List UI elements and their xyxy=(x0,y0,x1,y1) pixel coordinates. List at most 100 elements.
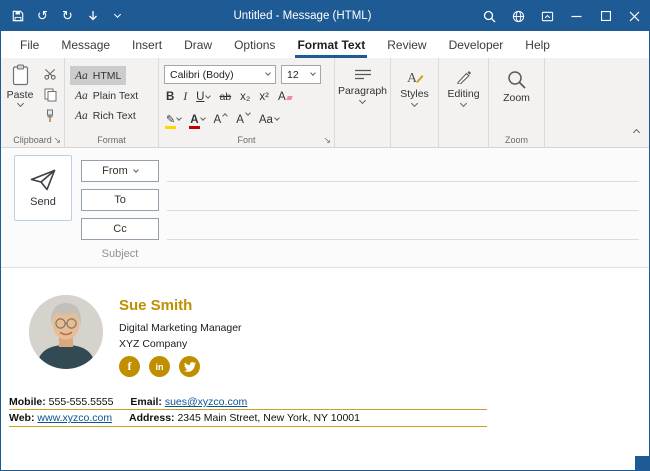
redo-icon[interactable]: ↻ xyxy=(55,1,80,31)
styles-button[interactable]: A Styles xyxy=(391,58,438,147)
to-button[interactable]: To xyxy=(81,189,159,211)
grow-font-button[interactable]: A xyxy=(214,114,228,126)
font-color-button[interactable]: A xyxy=(190,114,204,126)
search-icon[interactable] xyxy=(475,1,504,31)
close-button[interactable] xyxy=(620,1,649,31)
zoom-label: Zoom xyxy=(503,92,530,104)
zoom-button[interactable]: Zoom xyxy=(489,58,544,147)
format-plain-text-button[interactable]: Aa Plain Text xyxy=(70,86,143,105)
linkedin-icon[interactable]: in xyxy=(149,356,170,377)
format-html-button[interactable]: Aa HTML xyxy=(70,66,126,85)
subject-label[interactable]: Subject xyxy=(81,248,159,260)
customize-toolbar-icon[interactable] xyxy=(105,1,130,31)
text-highlight-button[interactable]: ✎ xyxy=(166,113,181,126)
font-dialog-launcher[interactable]: ↘ xyxy=(323,136,331,145)
underline-button[interactable]: U xyxy=(196,91,210,103)
ribbon-group-clipboard: Paste Clipboard ↘ xyxy=(1,58,65,147)
outlook-message-window: ↺ ↻ Untitled - Message (HTML) xyxy=(0,0,650,471)
maximize-button[interactable] xyxy=(591,1,620,31)
styles-label: Styles xyxy=(400,88,429,100)
message-body[interactable]: Sue Smith Digital Marketing Manager XYZ … xyxy=(1,269,649,470)
tab-review[interactable]: Review xyxy=(376,31,437,58)
facebook-icon[interactable]: f xyxy=(119,356,140,377)
strikethrough-button[interactable]: ab xyxy=(219,91,231,103)
tab-help[interactable]: Help xyxy=(514,31,561,58)
quick-access-toolbar: ↺ ↻ xyxy=(1,1,130,31)
aa-glyph: Aa xyxy=(75,110,88,122)
clipboard-small-buttons xyxy=(41,66,59,123)
cut-icon[interactable] xyxy=(41,66,59,81)
format-painter-icon[interactable] xyxy=(41,108,59,123)
clipboard-dialog-launcher[interactable]: ↘ xyxy=(53,136,61,145)
signature-social-icons: f in xyxy=(119,356,200,377)
subscript-button[interactable]: x₂ xyxy=(240,91,250,103)
titlebar: ↺ ↻ Untitled - Message (HTML) xyxy=(1,1,649,31)
cc-field[interactable] xyxy=(167,239,639,240)
from-button[interactable]: From xyxy=(81,160,159,182)
tab-insert[interactable]: Insert xyxy=(121,31,173,58)
signature-name: Sue Smith xyxy=(119,297,192,314)
italic-button[interactable]: I xyxy=(183,91,187,103)
paste-button[interactable]: Paste xyxy=(3,64,37,130)
to-label: To xyxy=(114,194,126,206)
tab-draw[interactable]: Draw xyxy=(173,31,223,58)
format-rich-text-button[interactable]: Aa Rich Text xyxy=(70,106,141,125)
highlighter-icon: ✎ xyxy=(166,113,175,126)
address-label: Address: xyxy=(129,412,175,424)
font-name-combobox[interactable]: Calibri (Body) xyxy=(164,65,276,84)
save-icon[interactable] xyxy=(5,1,30,31)
to-field[interactable] xyxy=(167,210,639,211)
signature-contact-line2: Web: www.xyzco.com Address: 2345 Main St… xyxy=(9,412,360,424)
undo-icon[interactable]: ↺ xyxy=(30,1,55,31)
ribbon-group-format: Aa HTML Aa Plain Text Aa Rich Text Forma… xyxy=(65,58,159,147)
paragraph-icon xyxy=(354,69,372,81)
send-label: Send xyxy=(30,196,56,208)
font-size-combobox[interactable]: 12 xyxy=(281,65,321,84)
zoom-group-label: Zoom xyxy=(489,135,544,145)
send-button[interactable]: Send xyxy=(14,155,72,221)
font-size-value: 12 xyxy=(287,69,299,81)
signature-job-title: Digital Marketing Manager xyxy=(119,322,242,334)
web-link[interactable]: www.xyzco.com xyxy=(37,412,112,424)
resize-grip[interactable] xyxy=(635,456,649,470)
ribbon: Paste Clipboard ↘ Aa HTML xyxy=(1,58,649,148)
tab-file[interactable]: File xyxy=(9,31,50,58)
collapse-ribbon-button[interactable] xyxy=(634,122,639,140)
superscript-button[interactable]: x² xyxy=(259,91,269,103)
styles-icon: A xyxy=(406,69,424,84)
address-value: 2345 Main Street, New York, NY 10001 xyxy=(177,412,360,424)
mobile-value: 555-555.5555 xyxy=(49,396,114,408)
ribbon-group-paragraph: Paragraph xyxy=(335,58,391,147)
twitter-icon[interactable] xyxy=(179,356,200,377)
tab-options[interactable]: Options xyxy=(223,31,286,58)
editing-button[interactable]: Editing xyxy=(439,58,488,147)
tab-message[interactable]: Message xyxy=(50,31,121,58)
minimize-button[interactable] xyxy=(562,1,591,31)
from-field[interactable] xyxy=(167,181,639,182)
tab-developer[interactable]: Developer xyxy=(438,31,515,58)
ribbon-group-editing: Editing xyxy=(439,58,489,147)
font-group-label: Font xyxy=(159,135,334,145)
email-link[interactable]: sues@xyzco.com xyxy=(165,396,247,408)
next-item-icon[interactable] xyxy=(80,1,105,31)
cc-label: Cc xyxy=(113,223,126,235)
window-title: Untitled - Message (HTML) xyxy=(141,10,464,22)
paper-plane-icon xyxy=(29,168,57,192)
globe-icon[interactable] xyxy=(504,1,533,31)
shrink-font-button[interactable]: A xyxy=(236,114,250,126)
ribbon-tab-bar: File Message Insert Draw Options Format … xyxy=(1,31,649,58)
copy-icon[interactable] xyxy=(41,87,59,102)
clear-formatting-button[interactable]: A xyxy=(278,91,292,103)
mobile-label: Mobile: xyxy=(9,396,46,408)
editing-label: Editing xyxy=(447,88,479,100)
format-html-label: HTML xyxy=(93,70,122,82)
tab-format-text[interactable]: Format Text xyxy=(286,31,376,58)
signature-divider xyxy=(9,426,487,427)
cc-button[interactable]: Cc xyxy=(81,218,159,240)
change-case-button[interactable]: Aa xyxy=(259,114,279,126)
paragraph-button[interactable]: Paragraph xyxy=(335,58,390,147)
font-toggle-row: B I U ab x₂ x² A xyxy=(166,91,292,103)
titlebar-controls xyxy=(475,1,649,31)
ribbon-display-options-icon[interactable] xyxy=(533,1,562,31)
bold-button[interactable]: B xyxy=(166,91,174,103)
